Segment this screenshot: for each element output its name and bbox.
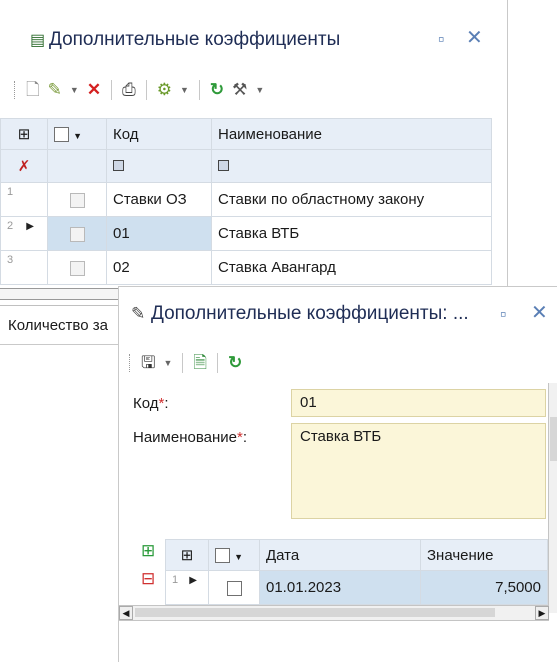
add-row-icon[interactable]: ⊞ xyxy=(141,541,155,561)
main-grid: ⊞ ▼ Код Наименование ✗ 1 Ставки ОЗ Ставк… xyxy=(0,118,492,285)
new-doc-icon[interactable]: 🗋 xyxy=(26,80,40,100)
scroll-thumb[interactable] xyxy=(550,417,557,461)
grid-settings-icon[interactable]: ⊞ xyxy=(0,118,48,150)
status-count-label: Количество за xyxy=(8,317,108,334)
toolbar-separator xyxy=(111,80,113,100)
row-code: 02 xyxy=(106,250,212,285)
form-vscroll[interactable] xyxy=(548,383,557,613)
toolbar-separator xyxy=(182,353,184,373)
toolbar-separator xyxy=(145,80,147,100)
column-name-header[interactable]: Наименование xyxy=(211,118,492,150)
toolbar-grip xyxy=(129,354,133,372)
maximize-icon[interactable]: ▫ xyxy=(500,304,506,324)
window-title: Дополнительные коэффициенты xyxy=(49,29,341,50)
close-icon[interactable]: ✕ xyxy=(466,28,483,48)
code-field[interactable]: 01 xyxy=(291,389,546,417)
row-checkbox[interactable] xyxy=(47,250,107,285)
scroll-left-icon[interactable]: ◀ xyxy=(119,606,133,620)
table-row[interactable]: 3 02 Ставка Авангард xyxy=(0,250,492,285)
grid-header: ⊞ ▼ Код Наименование xyxy=(0,118,492,150)
main-toolbar: 🗋 ✎ ▼ ✕ ⎙ ⚙ ▼ ↻ ⚒ ▼ xyxy=(14,80,264,100)
row-name: Ставка Авангард xyxy=(211,250,492,285)
document-check-icon[interactable]: 🗎 xyxy=(193,353,207,373)
values-grid: ⊞ ▼ Дата Значение 1 ▶ 01.01.2023 7,5000 xyxy=(165,539,548,605)
dialog-toolbar: 🖫 ▼ 🗎 ↻ xyxy=(129,353,242,373)
row-code: Ставки ОЗ xyxy=(106,182,212,217)
maximize-icon[interactable]: ▫ xyxy=(438,29,444,49)
row-number: 1 ▶ xyxy=(165,570,209,605)
current-row-indicator-icon: ▶ xyxy=(189,575,197,586)
row-checkbox[interactable] xyxy=(47,216,107,251)
gear-icon[interactable]: ⚙ xyxy=(157,80,172,100)
current-row-indicator-icon: ▶ xyxy=(26,221,34,232)
grid-header: ⊞ ▼ Дата Значение xyxy=(165,539,548,571)
filter-name[interactable] xyxy=(211,149,492,183)
table-row-selected[interactable]: 1 ▶ 01.01.2023 7,5000 xyxy=(165,570,548,605)
chevron-down-icon[interactable]: ▼ xyxy=(163,353,172,373)
scroll-thumb[interactable] xyxy=(135,608,495,617)
grid-hscroll[interactable]: ◀ ▶ xyxy=(119,605,549,621)
dialog-title: Дополнительные коэффициенты: ... xyxy=(151,303,469,324)
select-all-checkbox[interactable]: ▼ xyxy=(208,539,260,571)
delete-icon[interactable]: ✕ xyxy=(87,80,101,100)
refresh-icon[interactable]: ↻ xyxy=(228,353,242,373)
row-name: Ставки по областному закону xyxy=(211,182,492,217)
code-label: Код*: xyxy=(133,395,169,412)
filter-code[interactable] xyxy=(106,149,212,183)
refresh-icon[interactable]: ↻ xyxy=(210,80,224,100)
scroll-right-icon[interactable]: ▶ xyxy=(535,606,549,620)
pencil-icon: ✎ xyxy=(131,304,146,323)
dialog-window: ✎ Дополнительные коэффициенты: ... ▫ ✕ 🖫… xyxy=(118,286,557,662)
toolbar-separator xyxy=(217,353,219,373)
row-value: 7,5000 xyxy=(420,570,548,605)
filter-row: ✗ xyxy=(0,149,492,183)
chevron-down-icon[interactable]: ▼ xyxy=(70,80,79,100)
toolbar-separator xyxy=(198,80,200,100)
table-row-selected[interactable]: 2 ▶ 01 Ставка ВТБ xyxy=(0,216,492,251)
column-code-header[interactable]: Код xyxy=(106,118,212,150)
row-number: 2 ▶ xyxy=(0,216,48,251)
column-date-header[interactable]: Дата xyxy=(259,539,421,571)
save-icon[interactable]: 🖫 xyxy=(141,353,155,373)
edit-icon[interactable]: ✎ xyxy=(48,80,62,100)
row-checkbox[interactable] xyxy=(47,182,107,217)
remove-row-icon[interactable]: ⊟ xyxy=(141,569,155,589)
close-icon[interactable]: ✕ xyxy=(531,303,548,323)
clear-filter-icon[interactable]: ✗ xyxy=(0,149,48,183)
row-date: 01.01.2023 xyxy=(259,570,421,605)
window-icon: ▤ xyxy=(30,32,46,49)
chevron-down-icon[interactable]: ▼ xyxy=(180,80,189,100)
row-number: 3 xyxy=(0,250,48,285)
row-name: Ставка ВТБ xyxy=(211,216,492,251)
row-number: 1 xyxy=(0,182,48,217)
tools-icon[interactable]: ⚒ xyxy=(232,80,247,100)
select-all-checkbox[interactable]: ▼ xyxy=(47,118,107,150)
filter-cell xyxy=(47,149,107,183)
column-value-header[interactable]: Значение xyxy=(420,539,548,571)
row-checkbox[interactable] xyxy=(208,570,260,605)
table-row[interactable]: 1 Ставки ОЗ Ставки по областному закону xyxy=(0,182,492,217)
name-label: Наименование*: xyxy=(133,429,247,446)
print-icon[interactable]: ⎙ xyxy=(122,80,136,100)
name-field[interactable]: Ставка ВТБ xyxy=(291,423,546,519)
grid-settings-icon[interactable]: ⊞ xyxy=(165,539,209,571)
chevron-down-icon[interactable]: ▼ xyxy=(255,80,264,100)
toolbar-grip xyxy=(14,81,18,99)
row-code: 01 xyxy=(106,216,212,251)
